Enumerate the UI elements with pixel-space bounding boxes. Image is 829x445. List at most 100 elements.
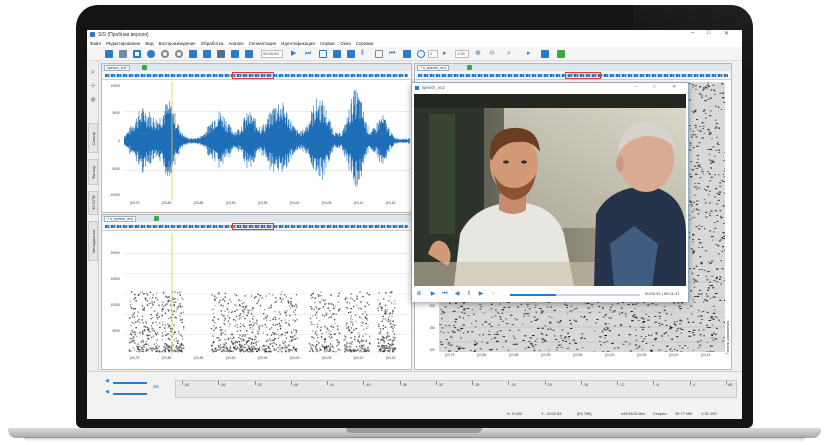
- level-meter-tick: [580, 381, 582, 385]
- menu-edit[interactable]: Редактирование: [106, 41, 140, 46]
- x-tick: [03,75: [130, 201, 140, 205]
- right-overview[interactable]: [415, 71, 731, 80]
- record-icon[interactable]: ○: [490, 291, 496, 297]
- control-panel-label[interactable]: Панель управления: [726, 264, 731, 354]
- bottom-area: ◀ ◀ ∞ -60 -56 -52 -48 -44 -40 -36 -32 -28 -24 -20-…: [87, 371, 742, 419]
- menu-file[interactable]: Файл: [90, 41, 101, 46]
- status-duration: 1:31:100: [701, 411, 717, 416]
- volume-slider-left[interactable]: [113, 382, 147, 384]
- spectrogram-plot[interactable]: [124, 233, 410, 355]
- level-meter-tick: [435, 381, 437, 385]
- menu-playback[interactable]: Воспроизведение: [159, 41, 196, 46]
- play-icon[interactable]: ▶: [430, 291, 436, 297]
- loop-active-icon[interactable]: [403, 50, 411, 58]
- save-icon[interactable]: [119, 50, 127, 58]
- menu-segmentation[interactable]: Сегментация: [249, 41, 277, 46]
- level-meter-tick: [472, 381, 474, 385]
- zoom-in-icon[interactable]: ⊕: [475, 50, 483, 58]
- settings-icon[interactable]: ✺: [89, 97, 97, 105]
- level-meter[interactable]: -60 -56 -52 -48 -44 -40 -36 -32 -28 -24 -20 -16 -12 -…: [175, 380, 737, 398]
- level-meter-label: -16: [582, 383, 589, 387]
- open-icon[interactable]: [105, 50, 113, 58]
- copy-icon[interactable]: [189, 50, 197, 58]
- video-maximize-button[interactable]: □: [653, 84, 656, 90]
- volume-mixer: ◀ ◀ ∞: [105, 378, 165, 399]
- level-meter-tick: [617, 381, 619, 385]
- record-icon[interactable]: [133, 50, 141, 58]
- add-view-icon[interactable]: [142, 65, 147, 70]
- x-tick: [04,00: [290, 201, 300, 205]
- menu-processing[interactable]: Обработка: [201, 41, 224, 46]
- marker-icon[interactable]: [347, 50, 355, 58]
- tab-filter[interactable]: Фильтр: [88, 159, 98, 185]
- waveform-plot[interactable]: [123, 82, 410, 200]
- speed-icon[interactable]: ▸: [443, 50, 451, 58]
- arrow-icon[interactable]: ▸: [527, 50, 535, 58]
- menu-help[interactable]: Справка: [356, 41, 374, 46]
- search-icon[interactable]: ⌕: [507, 50, 515, 58]
- zoom-icon[interactable]: ⊕: [416, 291, 422, 297]
- play-icon[interactable]: ▶: [291, 50, 299, 58]
- maximize-button[interactable]: □: [707, 30, 711, 36]
- video-minimize-button[interactable]: –: [634, 84, 637, 90]
- x-tick: [03,75: [445, 353, 455, 357]
- video-close-button[interactable]: ✕: [672, 84, 676, 90]
- rewind-icon[interactable]: ◀: [454, 291, 460, 297]
- volume-slider-right[interactable]: [113, 393, 147, 395]
- rewind-icon[interactable]: ⏮: [389, 50, 397, 58]
- speed-input[interactable]: 1.00: [455, 50, 469, 58]
- delete-icon[interactable]: [245, 50, 253, 58]
- x-tick: [04,00: [290, 356, 300, 360]
- stop-record-icon[interactable]: [175, 50, 183, 58]
- tab-3d-fft[interactable]: 3D БПФ: [88, 191, 98, 215]
- menu-identification[interactable]: Идентификация: [281, 41, 315, 46]
- tab-spectrum[interactable]: Спектр: [88, 123, 98, 153]
- play-all-icon[interactable]: [147, 50, 155, 58]
- x-tick: [03,95: [258, 356, 268, 360]
- search-icon[interactable]: ⌕: [89, 69, 97, 77]
- close-button[interactable]: ✕: [724, 30, 729, 37]
- headphones-icon[interactable]: [417, 50, 425, 58]
- x-tick: [04,00: [605, 353, 615, 357]
- zoom-input[interactable]: 2: [428, 50, 438, 58]
- cut-icon[interactable]: [217, 50, 225, 58]
- link-icon[interactable]: ∞: [153, 382, 159, 391]
- speaker-icon: ◀: [105, 389, 109, 395]
- skip-back-icon[interactable]: ⏮: [442, 291, 448, 297]
- level-meter-label: -36: [401, 383, 407, 387]
- level-meter-label: -8: [655, 383, 659, 387]
- left-rail: ⌕ ✛ ✺ Спектр Фильтр 3D БПФ Метаданные: [87, 61, 99, 371]
- forward-icon[interactable]: ▶: [478, 291, 484, 297]
- pause-icon[interactable]: ‖: [361, 50, 369, 58]
- x-tick: [04,05: [322, 356, 332, 360]
- skip-icon[interactable]: ⏭: [305, 50, 313, 58]
- duplicate-icon[interactable]: [231, 50, 239, 58]
- windows-icon[interactable]: [557, 50, 565, 58]
- video-progress-fill: [510, 294, 556, 296]
- add-view-icon[interactable]: [154, 216, 159, 221]
- paste-icon[interactable]: [203, 50, 211, 58]
- waveform-overview[interactable]: [102, 71, 411, 80]
- level-meter-tick: [290, 381, 292, 385]
- spectrogram-overview[interactable]: [102, 222, 411, 231]
- crosshair-icon[interactable]: ✛: [89, 83, 97, 91]
- loop-icon[interactable]: [161, 50, 169, 58]
- menu-view[interactable]: Вид: [145, 41, 153, 46]
- video-frame[interactable]: [414, 94, 686, 286]
- video-seek-bar[interactable]: [510, 294, 640, 296]
- select-icon[interactable]: [319, 50, 327, 58]
- stop-icon[interactable]: [375, 50, 383, 58]
- tab-metadata[interactable]: Метаданные: [88, 221, 98, 261]
- zoom-out-icon[interactable]: ⊖: [489, 50, 497, 58]
- region-icon[interactable]: [333, 50, 341, 58]
- menu-service[interactable]: Сервис: [320, 41, 335, 46]
- level-meter-tick: [508, 381, 510, 385]
- layout-icon[interactable]: [541, 50, 549, 58]
- pause-icon[interactable]: ‖: [466, 291, 472, 297]
- time-input[interactable]: 00:00:00: [261, 50, 283, 58]
- level-meter-label: -56: [220, 383, 226, 387]
- menu-windows[interactable]: Окна: [340, 41, 350, 46]
- add-view-icon[interactable]: [467, 65, 472, 70]
- minimize-button[interactable]: –: [691, 30, 694, 36]
- menu-analysis[interactable]: Анализ: [228, 41, 243, 46]
